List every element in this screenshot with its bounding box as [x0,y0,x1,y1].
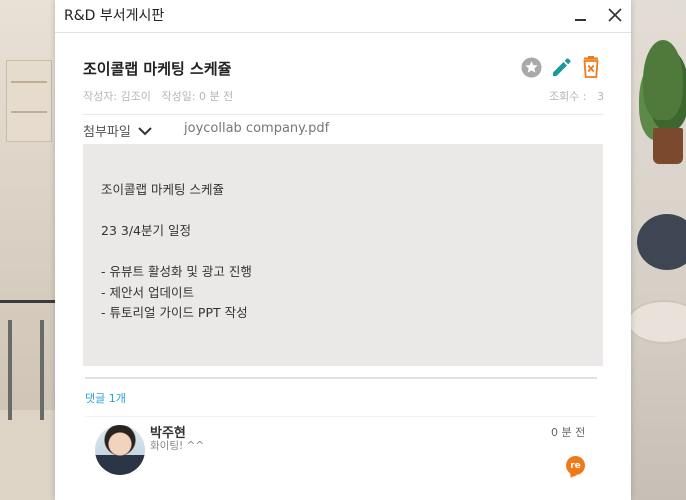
content-line: - 튜토리얼 가이드 PPT 작성 [101,305,248,320]
reply-button[interactable]: re [566,456,585,475]
post-date: 작성일: 0 분 전 [161,90,234,103]
content-line: 23 3/4분기 일정 [101,223,191,238]
post-meta: 작성자: 김조이 작성일: 0 분 전 [83,88,233,104]
background-pot [653,128,683,164]
background-floor [0,410,56,500]
close-button[interactable] [604,4,626,26]
background-post [40,320,44,420]
edit-button[interactable] [550,56,572,78]
background-post [8,320,12,420]
content-line [101,242,585,263]
attachment-file-link[interactable]: joycollab company.pdf [184,121,329,136]
star-icon [520,56,542,78]
content-line: - 유뷰트 활성화 및 광고 진행 [101,264,252,279]
post-views: 조회수 : 3 [549,88,604,104]
post-content: 조이콜랩 마케팅 스케쥴 23 3/4분기 일정 - 유뷰트 활성화 및 광고 … [83,144,603,366]
header-divider [83,114,603,115]
background-table [627,300,686,344]
delete-button[interactable] [580,56,602,78]
trash-icon [583,56,599,78]
post-author: 작성자: 김조이 [83,90,151,103]
background-plant [643,40,683,120]
minimize-icon [574,18,586,21]
avatar [95,425,145,475]
reply-label: re [570,460,581,471]
views-label: 조회수 : [549,90,587,103]
pencil-icon [553,58,571,76]
close-icon [608,8,622,22]
comment-count: 댓글 1개 [85,392,126,405]
attachments-label: 첨부파일 [83,125,131,140]
board-post-window: R&D 부서게시판 조이콜랩 마케팅 스케쥴 작성자: 김조이 작성일: 0 분… [55,0,631,500]
post-title: 조이콜랩 마케팅 스케쥴 [83,60,232,78]
attachments-toggle[interactable]: 첨부파일 [83,121,153,140]
post-actions [520,56,602,78]
window-title: R&D 부서게시판 [64,8,165,24]
comment-divider [85,416,597,417]
content-divider [85,377,597,379]
content-line: - 제안서 업데이트 [101,284,194,300]
minimize-button[interactable] [569,4,591,26]
views-count: 3 [597,90,605,103]
window-titlebar: R&D 부서게시판 [55,0,631,33]
chevron-down-icon [138,126,152,135]
background-seat [637,214,686,270]
comment-text: 화이팅! ^^ [150,440,205,452]
content-line [101,201,585,222]
background-left [0,0,56,500]
favorite-button[interactable] [520,56,542,78]
content-line: 조이콜랩 마케팅 스케쥴 [101,182,224,197]
comment-time: 0 분 전 [551,426,586,439]
background-right [627,0,686,500]
background-shelf [6,60,52,142]
